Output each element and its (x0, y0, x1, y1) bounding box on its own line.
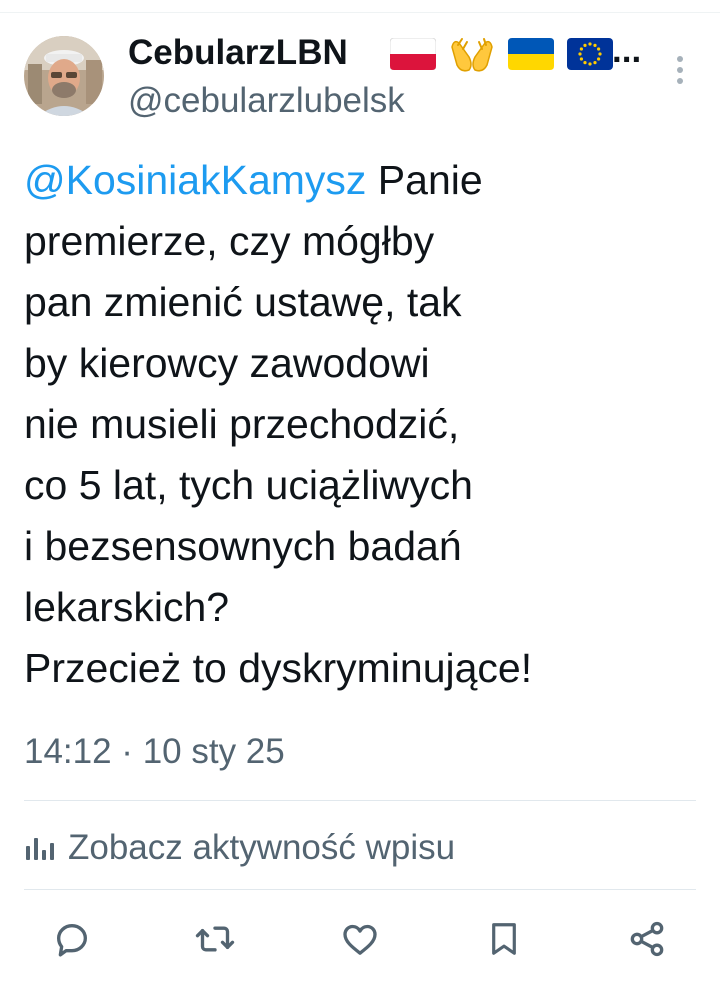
share-button[interactable] (620, 912, 674, 966)
open-hands-icon (449, 35, 495, 73)
divider (24, 889, 696, 890)
top-border (0, 12, 720, 13)
tweet-line: lekarskich? (24, 584, 230, 630)
more-vertical-icon (676, 55, 684, 85)
avatar[interactable] (24, 36, 104, 116)
bookmark-icon (485, 919, 523, 959)
activity-label: Zobacz aktywność wpisu (68, 828, 456, 867)
view-post-activity-link[interactable]: Zobacz aktywność wpisu (24, 826, 455, 870)
profile-badges (390, 34, 613, 74)
display-name[interactable]: CebularzLBN (128, 32, 348, 74)
poland-flag-icon (390, 38, 436, 70)
action-bar (0, 912, 720, 966)
tweet-line: @KosiniakKamysz Panie (24, 150, 684, 211)
tweet-card: CebularzLBN ... @cebularzlubelsk @Kosini… (0, 0, 720, 1000)
tweet-text: @KosiniakKamysz Panie premierze, czy móg… (24, 150, 684, 699)
bookmark-button[interactable] (477, 912, 531, 966)
name-ellipsis: ... (612, 31, 642, 70)
mention-link[interactable]: @KosiniakKamysz (24, 157, 366, 203)
like-button[interactable] (333, 912, 387, 966)
retweet-icon (194, 919, 236, 959)
tweet-line: Przecież to dyskryminujące! (24, 645, 533, 691)
user-handle[interactable]: @cebularzlubelsk (128, 80, 405, 122)
more-options-button[interactable] (664, 50, 696, 90)
analytics-icon (24, 834, 56, 862)
tweet-line: co 5 lat, tych uciążliwych (24, 462, 473, 508)
tweet-line: by kierowcy zawodowi (24, 340, 430, 386)
divider (24, 800, 696, 801)
tweet-line: premierze, czy mógłby (24, 218, 435, 264)
tweet-timestamp[interactable]: 14:12 · 10 sty 25 (24, 730, 285, 774)
share-icon (627, 919, 667, 959)
retweet-button[interactable] (188, 912, 242, 966)
eu-flag-icon (567, 38, 613, 70)
reply-icon (52, 919, 92, 959)
like-icon (340, 919, 380, 959)
reply-button[interactable] (45, 912, 99, 966)
ukraine-flag-icon (508, 38, 554, 70)
tweet-line: i bezsensownych badań (24, 523, 462, 569)
tweet-text-segment: Panie (366, 157, 483, 203)
tweet-line: nie musieli przechodzić, (24, 401, 460, 447)
tweet-line: pan zmienić ustawę, tak (24, 279, 462, 325)
